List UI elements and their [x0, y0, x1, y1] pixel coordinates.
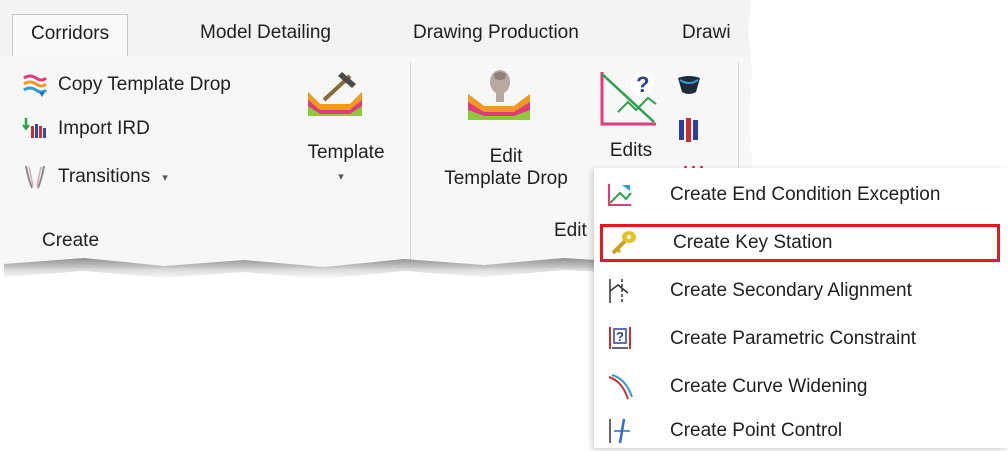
template-dropdown-icon[interactable]: ▾ — [296, 166, 386, 188]
point-control-icon — [606, 417, 634, 445]
import-ird-icon — [22, 116, 48, 142]
cut-fill-icon[interactable] — [676, 74, 702, 101]
curve-widening-icon — [606, 373, 634, 401]
create-group-label: Create — [42, 230, 100, 251]
transitions-button[interactable]: Transitions ▾ — [22, 164, 168, 190]
transitions-icon — [22, 164, 48, 190]
template-button[interactable]: Template ▾ — [296, 56, 396, 184]
menu-item-label: Create End Condition Exception — [670, 184, 941, 205]
import-ird-button[interactable]: Import IRD — [22, 116, 150, 142]
menu-item-label: Create Point Control — [670, 420, 843, 441]
menu-item-create-key-station[interactable]: Create Key Station — [600, 224, 1000, 262]
menu-item-label: Create Secondary Alignment — [670, 280, 912, 301]
copy-template-drop-label: Copy Template Drop — [58, 74, 231, 95]
overlay-icon[interactable] — [676, 116, 704, 149]
menu-item-create-point-control[interactable]: Create Point Control — [600, 412, 1000, 450]
copy-template-drop-button[interactable]: Copy Template Drop — [22, 72, 231, 98]
parametric-constraint-icon: ? — [606, 325, 634, 353]
template-icon — [306, 70, 364, 126]
tab-corridors[interactable]: Corridors — [12, 14, 129, 56]
menu-item-create-curve-widening[interactable]: Create Curve Widening — [600, 368, 1000, 406]
tab-drawing-production[interactable]: Drawing Production — [413, 14, 579, 56]
copy-template-drop-icon — [22, 72, 48, 98]
transitions-label: Transitions — [58, 166, 151, 187]
edits-button[interactable]: ? Edits — [596, 56, 666, 176]
import-ird-label: Import IRD — [58, 118, 150, 139]
tab-model-detailing[interactable]: Model Detailing — [200, 14, 331, 56]
edit-template-drop-button[interactable]: Edit Template Drop — [426, 56, 586, 206]
edits-label: Edits — [609, 140, 653, 161]
transitions-dropdown-icon[interactable]: ▾ — [162, 171, 168, 184]
template-label: Template — [307, 142, 385, 163]
edit-template-drop-label-line2: Template Drop — [444, 168, 568, 189]
edit-group-label: Edit — [554, 220, 587, 241]
end-condition-exception-icon — [606, 181, 634, 209]
menu-item-label: Create Key Station — [673, 232, 833, 253]
svg-text:?: ? — [616, 329, 624, 344]
menu-item-create-secondary-alignment[interactable]: Create Secondary Alignment — [600, 272, 1000, 310]
tab-drawing-truncated[interactable]: Drawi — [682, 14, 731, 56]
tab-bar: Corridors Model Detailing Drawing Produc… — [0, 0, 752, 57]
create-dropdown-menu: Create End Condition Exception Create Ke… — [594, 168, 1008, 448]
svg-text:?: ? — [636, 72, 649, 97]
key-icon — [609, 229, 637, 257]
edit-template-drop-icon — [466, 66, 532, 130]
menu-item-create-end-condition-exception[interactable]: Create End Condition Exception — [600, 176, 1000, 214]
menu-item-label: Create Parametric Constraint — [670, 328, 917, 349]
edits-icon: ? — [598, 68, 660, 134]
menu-item-label: Create Curve Widening — [670, 376, 868, 397]
edit-template-drop-label-line1: Edit — [489, 146, 523, 167]
secondary-alignment-icon — [606, 277, 634, 305]
group-separator — [410, 62, 411, 262]
menu-item-create-parametric-constraint[interactable]: ? Create Parametric Constraint — [600, 320, 1000, 358]
